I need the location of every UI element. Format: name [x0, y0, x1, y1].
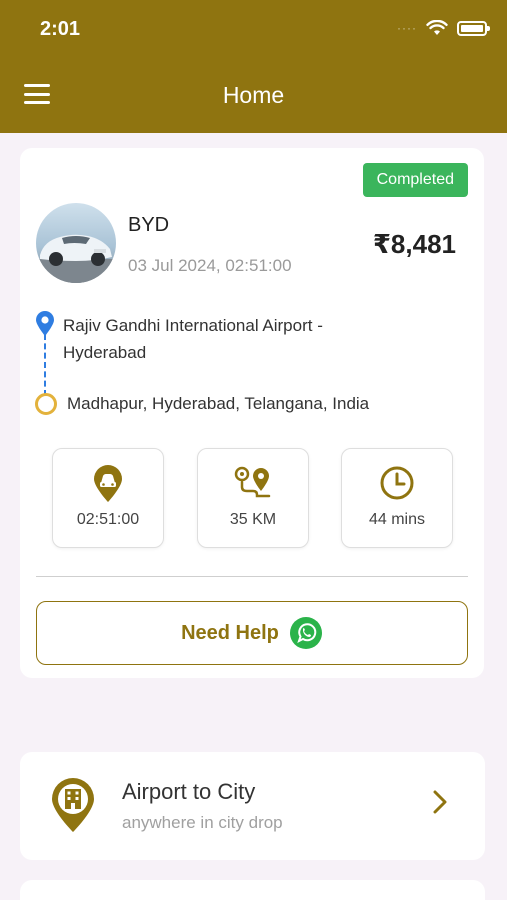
status-icons: ····	[397, 20, 490, 36]
stat-distance: 35 KM	[197, 448, 309, 548]
drop-address: Madhapur, Hyderabad, Telangana, India	[67, 394, 370, 413]
route-icon	[234, 466, 271, 498]
need-help-label: Need Help	[181, 621, 279, 644]
stat-value-duration: 44 mins	[368, 511, 426, 528]
service-card-next[interactable]	[20, 880, 485, 900]
clock-icon	[380, 466, 414, 500]
stat-value-distance: 35 KM	[229, 511, 277, 528]
building-pin-icon	[52, 778, 94, 832]
stat-duration: 44 mins	[341, 448, 453, 548]
service-subtitle: anywhere in city drop	[122, 813, 283, 832]
route-line	[44, 334, 46, 396]
car-name: BYD	[128, 214, 170, 236]
taxi-pin-icon	[94, 465, 122, 502]
fare-amount: ₹8,481	[372, 229, 456, 259]
stat-value-time: 02:51:00	[76, 511, 140, 528]
battery-icon	[457, 20, 490, 36]
ride-card[interactable]: Completed BYD 03 Jul 2024, 02:51:00 ₹8,4…	[20, 148, 484, 678]
need-help-button[interactable]: Need Help	[36, 601, 468, 665]
wifi-icon	[426, 20, 448, 35]
signal-dots: ····	[397, 21, 417, 35]
status-time: 2:01	[40, 18, 81, 40]
status-badge: Completed	[362, 163, 468, 197]
service-card-airport-to-city[interactable]: Airport to City anywhere in city drop	[20, 752, 485, 860]
pickup-address: Rajiv Gandhi International Airport - Hyd…	[63, 316, 323, 362]
ride-datetime: 03 Jul 2024, 02:51:00	[128, 256, 292, 275]
whatsapp-icon	[289, 617, 322, 649]
service-title: Airport to City	[122, 779, 256, 804]
page-title: Home	[222, 82, 285, 108]
drop-marker-icon	[35, 393, 57, 415]
chevron-right-icon	[433, 790, 447, 814]
divider	[36, 576, 468, 577]
car-avatar	[36, 203, 116, 283]
top-bar: 2:01 ···· Home	[0, 0, 507, 133]
stat-time: 02:51:00	[52, 448, 164, 548]
